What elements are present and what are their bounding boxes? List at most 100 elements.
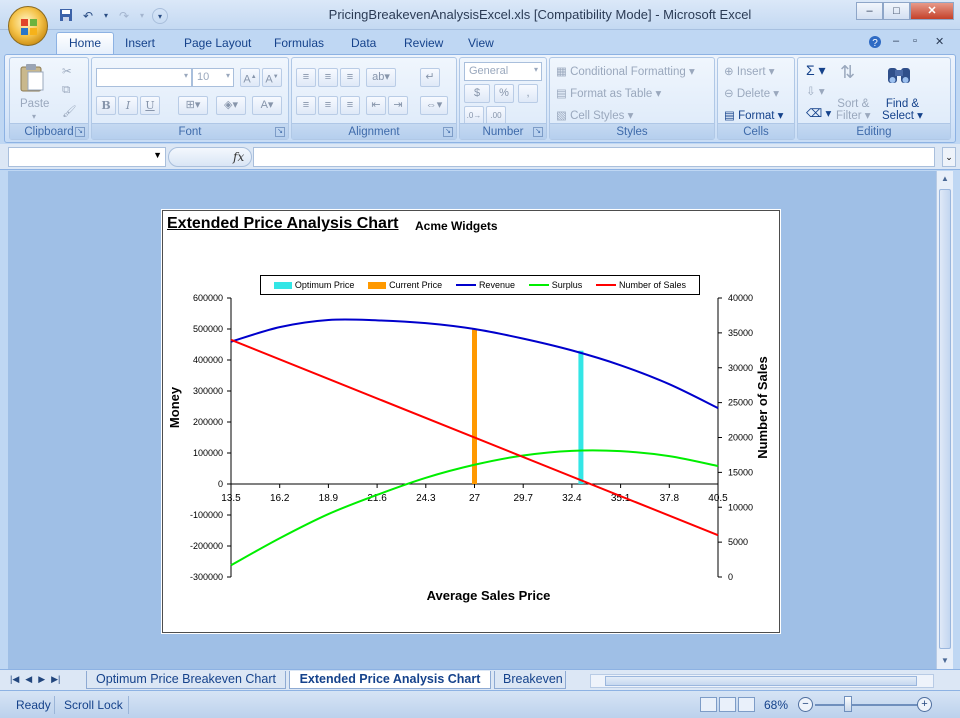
chart-area[interactable]: Extended Price Analysis Chart Acme Widge… — [161, 209, 781, 634]
current-price-bar — [472, 329, 477, 484]
insert-function-button[interactable]: fx — [168, 147, 252, 167]
normal-view-icon[interactable] — [700, 697, 717, 712]
grow-font-icon[interactable]: A▲ — [240, 68, 260, 87]
tab-data[interactable]: Data — [351, 36, 376, 50]
align-left-icon[interactable]: ≡ — [296, 96, 316, 115]
merge-center-icon[interactable]: ⇔▾ — [420, 96, 448, 115]
orientation-icon[interactable]: ab▾ — [366, 68, 396, 87]
horizontal-scroll-thumb[interactable] — [605, 676, 917, 686]
sort-filter-icon[interactable]: ⇅ — [840, 62, 855, 83]
align-right-icon[interactable]: ≡ — [340, 96, 360, 115]
decrease-indent-icon[interactable]: ⇤ — [366, 96, 386, 115]
fill-icon[interactable]: ⇩ ▾ — [806, 84, 825, 98]
format-cells-button[interactable]: ▤ Format ▾ — [724, 108, 783, 122]
name-box-dropdown-icon[interactable]: ▼ — [153, 150, 162, 160]
number-launcher-icon[interactable]: ↘ — [533, 127, 543, 137]
tab-home[interactable]: Home — [56, 32, 115, 56]
help-icon[interactable]: ? — [868, 35, 882, 52]
percent-button[interactable]: % — [494, 84, 514, 103]
tab-insert[interactable]: Insert — [125, 36, 155, 50]
tab-page-layout[interactable]: Page Layout — [184, 36, 251, 50]
zoom-slider-knob[interactable] — [844, 696, 852, 712]
vertical-scrollbar[interactable]: ▲ ▼ — [936, 171, 953, 669]
cut-icon[interactable]: ✂ — [62, 64, 72, 78]
x-axis-label: Average Sales Price — [427, 588, 551, 603]
underline-button[interactable]: U — [140, 96, 160, 115]
number-format-select[interactable]: General ▾ — [464, 62, 542, 81]
clear-icon[interactable]: ⌫ ▾ — [806, 106, 831, 120]
font-size-input[interactable]: 10 ▾ — [192, 68, 234, 87]
y-tick-label: 600000 — [193, 293, 223, 303]
horizontal-scrollbar[interactable] — [590, 674, 934, 688]
name-box[interactable]: ▼ — [8, 147, 166, 167]
find-select-button[interactable]: Find & Select ▾ — [882, 98, 923, 122]
insert-cells-button[interactable]: ⊕ Insert ▾ — [724, 64, 775, 78]
borders-icon[interactable]: ⊞▾ — [178, 96, 208, 115]
italic-button[interactable]: I — [118, 96, 138, 115]
sort-filter-button[interactable]: Sort & Filter ▾ — [836, 98, 871, 122]
sheet-tab-breakeven[interactable]: Breakeven — [494, 671, 566, 689]
tab-view[interactable]: View — [468, 36, 494, 50]
scroll-up-icon[interactable]: ▲ — [937, 171, 953, 187]
office-button[interactable] — [8, 6, 48, 46]
cell-styles-icon: ▧ — [556, 110, 571, 122]
bold-button[interactable]: B — [96, 96, 116, 115]
vertical-scroll-thumb[interactable] — [939, 189, 951, 649]
last-sheet-icon[interactable]: ▶| — [51, 674, 60, 685]
fill-color-icon[interactable]: ◈▾ — [216, 96, 246, 115]
next-sheet-icon[interactable]: ▶ — [38, 674, 45, 685]
cell-styles-label: Cell Styles — [570, 110, 625, 122]
currency-button[interactable]: $ — [464, 84, 490, 103]
group-label-editing: Editing — [798, 123, 950, 139]
comma-button[interactable]: , — [518, 84, 538, 103]
zoom-level[interactable]: 68% — [764, 698, 788, 712]
ribbon-minimize-icon[interactable]: – — [893, 35, 899, 47]
align-middle-icon[interactable]: ≡ — [318, 68, 338, 87]
clipboard-launcher-icon[interactable]: ↘ — [75, 127, 85, 137]
ribbon-restore-icon[interactable]: ▫ — [913, 35, 917, 47]
paste-icon[interactable] — [18, 62, 46, 95]
sheet-tab-extended-price-analysis-chart[interactable]: Extended Price Analysis Chart — [289, 671, 491, 689]
align-center-icon[interactable]: ≡ — [318, 96, 338, 115]
copy-icon[interactable]: ⧉ — [62, 84, 70, 97]
tab-formulas[interactable]: Formulas — [274, 36, 324, 50]
zoom-out-icon[interactable]: − — [798, 697, 813, 712]
legend-item-current-price: Current Price — [368, 280, 442, 290]
zoom-slider[interactable] — [815, 704, 917, 706]
close-button[interactable]: ✕ — [910, 2, 954, 20]
expand-formula-bar-icon[interactable]: ⌄ — [942, 147, 956, 167]
delete-cells-button[interactable]: ⊖ Delete ▾ — [724, 86, 779, 100]
align-bottom-icon[interactable]: ≡ — [340, 68, 360, 87]
page-layout-view-icon[interactable] — [719, 697, 736, 712]
status-scroll-lock: Scroll Lock — [64, 698, 123, 712]
zoom-in-icon[interactable]: + — [917, 697, 932, 712]
cell-styles-button[interactable]: ▧ Cell Styles ▾ — [556, 108, 633, 122]
paste-dropdown-icon[interactable]: ▾ — [32, 112, 36, 121]
ribbon-close-icon[interactable]: ✕ — [935, 35, 944, 48]
wrap-text-icon[interactable]: ↵ — [420, 68, 440, 87]
sheet-tab-optimum-price-breakeven-chart[interactable]: Optimum Price Breakeven Chart — [86, 671, 286, 689]
scroll-down-icon[interactable]: ▼ — [937, 653, 953, 669]
maximize-button[interactable]: □ — [883, 2, 910, 20]
format-as-table-button[interactable]: ▤ Format as Table ▾ — [556, 86, 661, 100]
alignment-launcher-icon[interactable]: ↘ — [443, 127, 453, 137]
font-color-icon[interactable]: A▾ — [252, 96, 282, 115]
first-sheet-icon[interactable]: |◀ — [10, 674, 19, 685]
align-top-icon[interactable]: ≡ — [296, 68, 316, 87]
prev-sheet-icon[interactable]: ◀ — [25, 674, 32, 685]
font-size-value: 10 — [197, 71, 210, 83]
minimize-button[interactable]: – — [856, 2, 883, 20]
page-break-view-icon[interactable] — [738, 697, 755, 712]
autosum-icon[interactable]: Σ ▾ — [806, 62, 826, 79]
tab-review[interactable]: Review — [404, 36, 443, 50]
binoculars-icon[interactable] — [886, 62, 912, 89]
formula-input[interactable] — [253, 147, 935, 167]
increase-indent-icon[interactable]: ⇥ — [388, 96, 408, 115]
conditional-formatting-button[interactable]: ▦ Conditional Formatting ▾ — [556, 64, 695, 78]
format-painter-icon[interactable]: 🖌 — [62, 104, 77, 118]
font-launcher-icon[interactable]: ↘ — [275, 127, 285, 137]
paste-button[interactable]: Paste — [20, 98, 49, 110]
shrink-font-icon[interactable]: A▼ — [262, 68, 282, 87]
font-name-input[interactable]: ▾ — [96, 68, 192, 87]
chart-legend[interactable]: Optimum Price Current Price Revenue Surplus… — [260, 275, 700, 295]
